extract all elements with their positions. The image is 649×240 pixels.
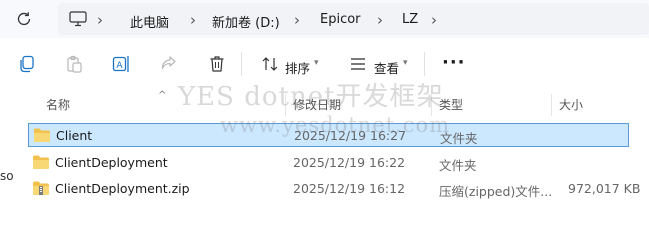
folder-icon	[34, 128, 50, 142]
file-row[interactable]: ClientDeployment.zip 2025/12/19 16:12 压缩…	[28, 177, 641, 201]
chevron-down-icon: ▾	[403, 58, 408, 68]
toolbar-divider	[241, 52, 242, 76]
column-separator[interactable]	[431, 94, 432, 116]
file-date-modified: 2025/12/19 16:22	[293, 155, 406, 170]
column-size[interactable]: 大小	[559, 96, 583, 113]
file-type: 文件夹	[440, 131, 478, 146]
share-icon[interactable]	[159, 54, 179, 74]
breadcrumb-lz[interactable]: LZ	[402, 12, 418, 27]
file-name: Client	[56, 128, 93, 143]
file-size: 972,017 KB	[568, 181, 641, 196]
monitor-icon	[69, 11, 87, 27]
file-type: 压缩(zipped)文件...	[439, 184, 553, 199]
file-type: 文件夹	[439, 158, 477, 173]
toolbar-divider	[424, 52, 425, 76]
address-bar[interactable]: › 此电脑 › 新加卷 (D:) › Epicor › LZ ›	[58, 3, 649, 35]
command-toolbar: A 排序 ▾ 查看 ▾ ···	[0, 38, 649, 92]
view-icon[interactable]	[348, 54, 368, 74]
column-separator[interactable]	[551, 94, 552, 116]
zip-folder-icon	[33, 181, 49, 195]
sort-button[interactable]: 排序	[285, 58, 310, 77]
column-separator[interactable]	[285, 94, 286, 116]
file-row[interactable]: ClientDeployment 2025/12/19 16:22 文件夹	[28, 151, 629, 175]
address-bar-area: › 此电脑 › 新加卷 (D:) › Epicor › LZ ›	[0, 0, 649, 38]
chevron-right-icon: ›	[431, 11, 437, 29]
file-name: ClientDeployment.zip	[55, 181, 190, 196]
chevron-right-icon: ›	[190, 11, 196, 29]
chevron-right-icon: ›	[294, 11, 300, 29]
paste-icon[interactable]	[64, 54, 84, 74]
sort-indicator-icon: ^	[158, 90, 167, 101]
refresh-icon[interactable]	[14, 9, 34, 29]
rename-icon[interactable]: A	[111, 54, 131, 74]
more-options-button[interactable]: ···	[442, 52, 466, 73]
column-name[interactable]: 名称	[46, 96, 70, 113]
sort-icon[interactable]	[260, 54, 280, 74]
view-button[interactable]: 查看	[374, 58, 399, 77]
column-date-modified[interactable]: 修改日期	[293, 96, 341, 113]
column-header: ^ 名称 修改日期 类型 大小	[0, 90, 649, 118]
chevron-right-icon: ›	[97, 11, 103, 29]
delete-icon[interactable]	[207, 54, 227, 74]
folder-icon	[33, 155, 49, 169]
chevron-down-icon: ▾	[314, 58, 319, 68]
column-type[interactable]: 类型	[439, 96, 463, 113]
svg-text:A: A	[116, 61, 123, 71]
file-name: ClientDeployment	[55, 155, 168, 170]
copy-icon[interactable]	[17, 54, 37, 74]
breadcrumb-drive-d[interactable]: 新加卷 (D:)	[212, 12, 280, 31]
chevron-right-icon: ›	[377, 11, 383, 29]
file-date-modified: 2025/12/19 16:12	[293, 181, 406, 196]
breadcrumb-epicor[interactable]: Epicor	[320, 12, 361, 27]
file-date-modified: 2025/12/19 16:27	[294, 128, 407, 143]
file-row[interactable]: Client 2025/12/19 16:27 文件夹	[28, 123, 629, 147]
breadcrumb-this-pc[interactable]: 此电脑	[130, 12, 169, 31]
sidebar-fragment[interactable]: so	[0, 169, 14, 183]
